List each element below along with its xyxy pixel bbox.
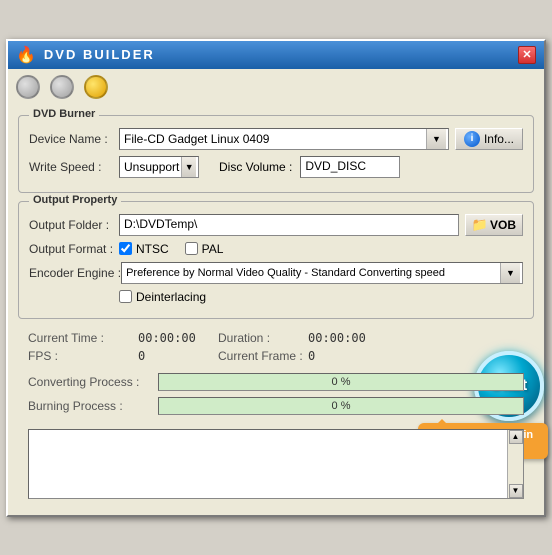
- disc-volume-value: DVD_DISC: [305, 159, 366, 173]
- device-name-dropdown[interactable]: File-CD Gadget Linux 0409 ▼: [119, 128, 449, 150]
- output-folder-value: D:\DVDTemp\: [124, 217, 197, 231]
- window-title: DVD BUILDER: [44, 47, 155, 62]
- fps-row: FPS : 0 Current Frame : 0: [28, 349, 524, 363]
- write-speed-value: Unsupport: [122, 160, 181, 174]
- deinterlacing-option: Deinterlacing: [119, 290, 206, 304]
- dvd-burner-content: Device Name : File-CD Gadget Linux 0409 …: [29, 128, 523, 178]
- encoder-engine-value: Preference by Normal Video Quality - Sta…: [124, 267, 500, 279]
- write-speed-label: Write Speed :: [29, 160, 119, 174]
- scroll-up-button[interactable]: ▲: [509, 430, 523, 444]
- log-scrollbar: ▲ ▼: [507, 430, 523, 498]
- vob-button[interactable]: 📁 VOB: [465, 214, 523, 236]
- burning-progress-bar: 0 %: [158, 397, 524, 415]
- output-property-group: Output Property Output Folder : D:\DVDTe…: [18, 201, 534, 319]
- current-time-label: Current Time :: [28, 331, 138, 345]
- pal-label: PAL: [202, 242, 224, 256]
- ntsc-checkbox[interactable]: [119, 242, 132, 255]
- output-folder-input[interactable]: D:\DVDTemp\: [119, 214, 459, 236]
- encoder-engine-row: Encoder Engine : Preference by Normal Vi…: [29, 262, 523, 284]
- format-checkbox-group: NTSC PAL: [119, 242, 223, 256]
- encoder-engine-dropdown[interactable]: Preference by Normal Video Quality - Sta…: [121, 262, 523, 284]
- fps-value: 0: [138, 349, 218, 363]
- converting-progress-bar: 0 %: [158, 373, 524, 391]
- output-folder-row: Output Folder : D:\DVDTemp\ 📁 VOB: [29, 214, 523, 236]
- info-btn-label: Info...: [484, 132, 514, 146]
- disc-volume-input[interactable]: DVD_DISC: [300, 156, 400, 178]
- pal-checkbox[interactable]: [185, 242, 198, 255]
- maximize-button[interactable]: [50, 75, 74, 99]
- fps-label: FPS :: [28, 349, 138, 363]
- converting-label: Converting Process :: [28, 375, 158, 389]
- vob-btn-label: VOB: [490, 218, 516, 232]
- duration-value: 00:00:00: [308, 331, 388, 345]
- minimize-button[interactable]: [16, 75, 40, 99]
- output-format-row: Output Format : NTSC PAL: [29, 242, 523, 256]
- write-speed-dropdown[interactable]: Unsupport ▼: [119, 156, 199, 178]
- info-button[interactable]: i Info...: [455, 128, 523, 150]
- burning-progress-text: 0 %: [159, 398, 523, 414]
- close-button[interactable]: ✕: [518, 46, 536, 64]
- converting-process-row: Converting Process : 0 %: [28, 373, 524, 391]
- progress-section: Start Click Start to begin burning DVD C…: [18, 371, 534, 423]
- encoder-engine-label: Encoder Engine :: [29, 266, 121, 280]
- ntsc-label: NTSC: [136, 242, 169, 256]
- write-speed-arrow[interactable]: ▼: [181, 157, 196, 177]
- disc-volume-label: Disc Volume :: [219, 160, 292, 174]
- dvd-burner-title: DVD Burner: [29, 108, 99, 120]
- scroll-down-button[interactable]: ▼: [509, 484, 523, 498]
- output-format-label: Output Format :: [29, 242, 119, 256]
- current-frame-value: 0: [308, 349, 388, 363]
- time-row: Current Time : 00:00:00 Duration : 00:00…: [28, 331, 524, 345]
- restore-button[interactable]: [84, 75, 108, 99]
- folder-icon: 📁: [472, 217, 488, 233]
- deinterlacing-row: Deinterlacing: [29, 290, 523, 304]
- device-dropdown-arrow[interactable]: ▼: [426, 129, 446, 149]
- burning-process-row: Burning Process : 0 %: [28, 397, 524, 415]
- current-time-value: 00:00:00: [138, 331, 218, 345]
- device-name-value: File-CD Gadget Linux 0409: [122, 132, 426, 146]
- output-property-title: Output Property: [29, 194, 121, 206]
- traffic-lights: [8, 69, 544, 107]
- dvd-burner-group: DVD Burner Device Name : File-CD Gadget …: [18, 115, 534, 193]
- device-name-row: Device Name : File-CD Gadget Linux 0409 …: [29, 128, 523, 150]
- current-frame-label: Current Frame :: [218, 349, 308, 363]
- deinterlacing-label: Deinterlacing: [136, 290, 206, 304]
- flame-icon: 🔥: [16, 45, 38, 65]
- output-folder-label: Output Folder :: [29, 218, 119, 232]
- stats-section: Current Time : 00:00:00 Duration : 00:00…: [18, 327, 534, 371]
- info-icon: i: [464, 131, 480, 147]
- duration-label: Duration :: [218, 331, 308, 345]
- device-name-label: Device Name :: [29, 132, 119, 146]
- deinterlacing-checkbox[interactable]: [119, 290, 132, 303]
- window-body: DVD Burner Device Name : File-CD Gadget …: [8, 107, 544, 515]
- converting-progress-text: 0 %: [159, 374, 523, 390]
- ntsc-option: NTSC: [119, 242, 169, 256]
- title-bar: 🔥 DVD BUILDER ✕: [8, 41, 544, 69]
- output-property-content: Output Folder : D:\DVDTemp\ 📁 VOB Output…: [29, 214, 523, 304]
- main-window: 🔥 DVD BUILDER ✕ DVD Burner Device Name :…: [6, 39, 546, 517]
- title-bar-left: 🔥 DVD BUILDER: [16, 45, 155, 65]
- burning-label: Burning Process :: [28, 399, 158, 413]
- log-area: ▲ ▼: [28, 429, 524, 499]
- pal-option: PAL: [185, 242, 224, 256]
- write-speed-row: Write Speed : Unsupport ▼ Disc Volume : …: [29, 156, 523, 178]
- encoder-arrow[interactable]: ▼: [500, 263, 520, 283]
